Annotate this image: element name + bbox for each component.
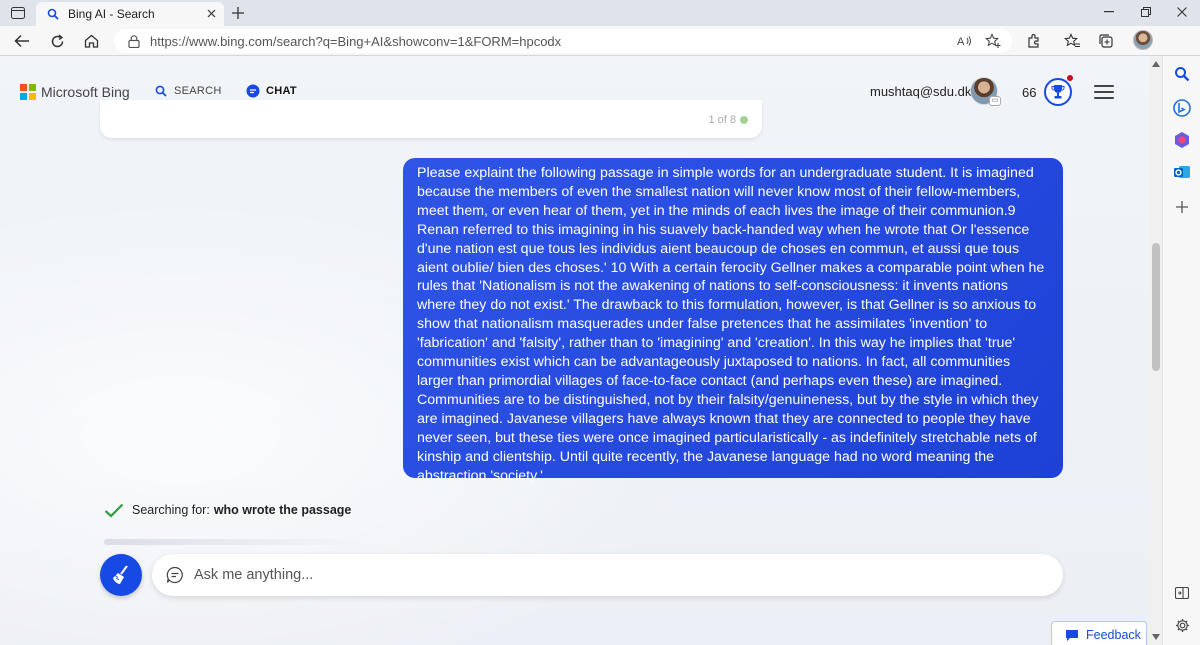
user-message-text: Please explaint the following passage in… <box>417 165 1045 484</box>
tab-title: Bing AI - Search <box>68 7 155 21</box>
nav-chat[interactable]: CHAT <box>246 84 297 98</box>
new-topic-button[interactable] <box>100 554 142 596</box>
rewards-trophy-icon[interactable] <box>1044 78 1072 106</box>
broom-icon <box>113 565 128 584</box>
address-bar: https://www.bing.com/search?q=Bing+AI&sh… <box>0 26 1200 56</box>
close-window-icon[interactable] <box>1171 3 1193 21</box>
favorites-icon[interactable] <box>1062 31 1082 51</box>
url-text: https://www.bing.com/search?q=Bing+AI&sh… <box>150 33 562 49</box>
previous-response-card: 1 of 8 <box>100 100 762 138</box>
tab-bar: Bing AI - Search <box>0 0 1200 26</box>
microsoft-logo-icon <box>20 84 36 100</box>
home-icon[interactable] <box>81 32 101 50</box>
chat-icon <box>246 84 260 98</box>
scroll-thumb[interactable] <box>1152 243 1160 371</box>
nav-search-label: SEARCH <box>174 85 222 97</box>
back-arrow-icon[interactable] <box>12 32 32 50</box>
scroll-down-arrow-icon[interactable] <box>1150 631 1162 643</box>
tab-actions-icon[interactable] <box>8 4 28 22</box>
svg-text:A: A <box>957 36 965 48</box>
search-status-prefix: Searching for: <box>132 503 210 517</box>
brand-label: Microsoft Bing <box>41 84 130 100</box>
feedback-icon <box>1064 628 1080 642</box>
nav-search[interactable]: SEARCH <box>154 84 222 98</box>
chat-bubble-icon <box>166 566 184 584</box>
response-counter-text: 1 of 8 <box>708 114 736 126</box>
search-status-query: who wrote the passage <box>213 503 352 517</box>
extensions-icon[interactable] <box>1024 31 1044 51</box>
checkmark-icon <box>104 502 124 518</box>
read-aloud-icon[interactable]: A <box>956 32 974 50</box>
minimize-icon[interactable] <box>1098 3 1120 21</box>
scroll-up-arrow-icon[interactable] <box>1150 58 1162 70</box>
notification-dot <box>1067 75 1073 81</box>
edge-sidebar <box>1162 56 1200 645</box>
menu-icon[interactable] <box>1094 85 1114 99</box>
ask-input[interactable] <box>194 567 1014 583</box>
url-field[interactable]: https://www.bing.com/search?q=Bing+AI&sh… <box>114 29 1012 53</box>
feedback-button[interactable]: Feedback <box>1051 621 1147 645</box>
nav-chat-label: CHAT <box>266 85 297 97</box>
sidebar-outlook-icon[interactable] <box>1172 162 1192 182</box>
sidebar-search-icon[interactable] <box>1172 64 1192 84</box>
bing-search-favicon-icon <box>46 7 60 21</box>
feedback-label: Feedback <box>1086 628 1141 642</box>
status-dot-icon <box>740 116 748 124</box>
sidebar-bing-icon[interactable] <box>1172 98 1192 118</box>
close-tab-icon[interactable] <box>204 6 218 20</box>
account-badge-icon: ▭ <box>989 96 1001 106</box>
chat-composer[interactable] <box>152 554 1063 596</box>
user-message-bubble: Please explaint the following passage in… <box>403 158 1063 484</box>
add-favorite-icon[interactable] <box>984 32 1002 50</box>
sidebar-split-screen-icon[interactable] <box>1172 583 1192 603</box>
new-tab-icon[interactable] <box>228 3 248 23</box>
search-icon <box>154 84 168 98</box>
rewards-points[interactable]: 66 <box>1022 85 1036 100</box>
page-scrollbar[interactable] <box>1150 56 1162 645</box>
browser-tab[interactable]: Bing AI - Search <box>36 2 224 26</box>
lock-icon[interactable] <box>126 33 142 49</box>
sidebar-add-icon[interactable] <box>1172 197 1192 217</box>
account-email[interactable]: mushtaq@sdu.dk <box>870 84 971 99</box>
faded-status-line <box>104 539 364 545</box>
refresh-icon[interactable] <box>47 32 67 50</box>
microsoft-bing-logo[interactable]: Microsoft Bing <box>20 84 130 100</box>
sidebar-settings-icon[interactable] <box>1172 615 1192 635</box>
sidebar-office-icon[interactable] <box>1172 130 1192 150</box>
collections-icon[interactable] <box>1096 31 1116 51</box>
bing-chat-page: Microsoft Bing SEARCH CHAT mushtaq@sdu.d… <box>0 56 1162 645</box>
profile-avatar[interactable] <box>1133 30 1153 50</box>
search-status: Searching for: who wrote the passage <box>104 502 351 518</box>
restore-icon[interactable] <box>1135 3 1157 21</box>
account-avatar[interactable]: ▭ <box>970 77 1001 106</box>
response-counter: 1 of 8 <box>708 114 748 126</box>
